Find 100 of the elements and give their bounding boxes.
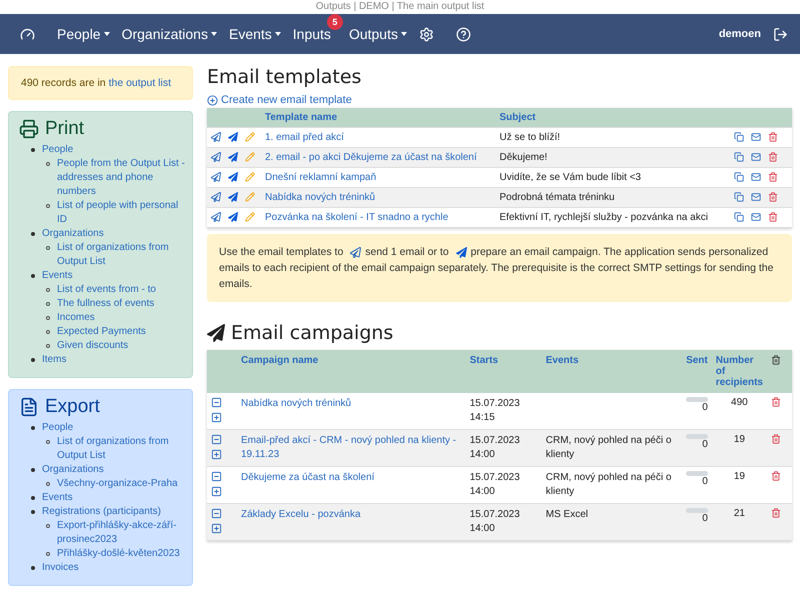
table-cell: 0 (702, 513, 708, 524)
sidebar-link[interactable]: Items (42, 353, 66, 367)
sidebar-link[interactable]: Registrations (participants) (42, 505, 161, 519)
sidebar-link[interactable]: People (42, 421, 74, 435)
panel-title: Export (45, 396, 100, 418)
table-cell-text: 14:00 (470, 522, 496, 536)
column-header: Campaign name (237, 350, 466, 393)
table-cell: 21 (734, 508, 745, 519)
sidebar-link[interactable]: Incomes (57, 311, 95, 325)
template-link[interactable]: Nabídka nových tréninků (265, 192, 492, 203)
delete-icon[interactable] (768, 212, 778, 222)
sidebar-link[interactable]: List of organizations from Output List (57, 435, 186, 463)
column-header: Subject (498, 111, 537, 125)
bullet-icon (31, 148, 35, 152)
delete-icon[interactable] (771, 508, 781, 518)
copy-icon[interactable] (734, 132, 744, 142)
send-icon[interactable] (211, 212, 221, 222)
table-cell-text: Děkujeme! (498, 151, 548, 165)
table-cell-text: Uvidíte, že se Vám bude líbit <3 (498, 171, 642, 185)
output-list-link[interactable]: the output list (108, 77, 172, 89)
send-icon[interactable] (211, 152, 221, 162)
help-icon[interactable] (456, 26, 471, 42)
sidebar-link[interactable]: Expected Payments (57, 325, 146, 339)
create-template-link[interactable]: Create new email template (207, 94, 352, 106)
delete-icon[interactable] (771, 397, 781, 408)
sidebar-link[interactable]: List of organizations from Output List (57, 241, 186, 269)
table-cell-text: 15.07.2023 (470, 471, 521, 485)
sidebar-link[interactable]: Všechny-organizace-Praha (57, 477, 178, 491)
nav-item[interactable]: Outputs (348, 24, 407, 44)
nav-item[interactable]: Events (228, 24, 281, 44)
send-icon[interactable] (211, 172, 221, 182)
copy-icon[interactable] (734, 192, 744, 202)
campaign-link[interactable]: Email-před akcí - CRM - nový pohled na klienty - 19.11.23 (241, 434, 462, 462)
sidebar-link[interactable]: Events (42, 491, 73, 505)
bullet-icon (46, 162, 50, 166)
mail-icon[interactable] (751, 192, 761, 202)
settings-icon[interactable] (418, 26, 434, 42)
copy-icon[interactable] (734, 152, 744, 162)
copy-icon[interactable] (734, 172, 744, 182)
send-icon[interactable] (228, 192, 238, 202)
table-cell: 490 (731, 397, 748, 408)
sidebar-link[interactable]: Export-přihlášky-akce-září-prosinec2023 (57, 519, 186, 547)
send-icon[interactable] (228, 172, 238, 182)
send-icon[interactable] (228, 152, 238, 162)
template-link[interactable]: Dnešní reklamní kampaň (265, 172, 492, 183)
campaign-link[interactable]: Základy Excelu - pozvánka (241, 508, 462, 522)
mail-icon[interactable] (751, 172, 761, 182)
logout-icon[interactable] (773, 26, 788, 42)
send-icon[interactable] (228, 132, 238, 142)
bullet-icon (46, 204, 50, 208)
sidebar-link[interactable]: Organizations (42, 463, 104, 477)
sidebar-link[interactable]: People from the Output List - addresses and phone numbers (57, 157, 186, 199)
file-icon (19, 397, 39, 417)
copy-icon[interactable] (734, 212, 744, 222)
mail-icon[interactable] (751, 212, 761, 222)
template-link[interactable]: 2. email - po akci Děkujeme za účast na školení (265, 152, 492, 163)
send-icon[interactable] (211, 132, 221, 142)
delete-icon[interactable] (768, 152, 778, 162)
mail-icon[interactable] (751, 132, 761, 142)
send-icon[interactable] (211, 192, 221, 202)
trash-icon (771, 355, 781, 365)
column-header: Sent (682, 350, 712, 393)
bullet-icon (31, 358, 35, 362)
delete-icon[interactable] (768, 132, 778, 142)
table-cell: 19 (734, 471, 745, 482)
bullet-icon (46, 552, 50, 556)
dashboard-icon[interactable] (20, 26, 35, 42)
table-cell-text: CRM, nový pohled na péči o klienty (546, 434, 672, 462)
panel-title: Print (45, 118, 84, 140)
sidebar-link[interactable]: List of people with personal ID (57, 199, 186, 227)
table-cell-text: Efektivní IT, rychlejší služby - pozvánka na akci (498, 211, 709, 225)
sidebar-link[interactable]: Organizations (42, 227, 104, 241)
template-link[interactable]: Pozvánka na školení - IT snadno a rychle (265, 212, 492, 223)
sidebar-link[interactable]: List of events from - to (57, 283, 156, 297)
nav-item[interactable]: Organizations (122, 24, 217, 44)
sidebar-link[interactable]: The fullness of events (57, 297, 154, 311)
campaign-link[interactable]: Nabídka nových tréninků (241, 397, 462, 411)
bullet-icon (46, 344, 50, 348)
table-cell-text: MS Excel (546, 508, 589, 522)
column-header: Template name (264, 111, 338, 125)
delete-icon[interactable] (771, 434, 781, 444)
sidebar-link[interactable]: Přihlášky-došlé-květen2023 (57, 547, 180, 561)
template-link[interactable]: 1. email před akcí (265, 132, 492, 143)
send-icon[interactable] (228, 212, 238, 222)
bullet-icon (31, 566, 35, 570)
sidebar-link[interactable]: Given discounts (57, 339, 128, 353)
campaign-link[interactable]: Děkujeme za účast na školení (241, 471, 462, 485)
table-cell: 0 (702, 476, 708, 487)
table-cell-text: Podrobná témata tréninku (498, 191, 616, 205)
delete-icon[interactable] (768, 172, 778, 182)
table-cell-text: 15.07.2023 (470, 397, 521, 411)
sidebar-link[interactable]: People (42, 143, 74, 157)
mail-icon[interactable] (751, 152, 761, 162)
send-icon (350, 246, 362, 258)
nav-item[interactable]: People (57, 24, 110, 44)
delete-icon[interactable] (768, 192, 778, 202)
sidebar-link[interactable]: Events (42, 269, 73, 283)
notification-badge: 5 (326, 14, 343, 30)
delete-icon[interactable] (771, 471, 781, 482)
sidebar-link[interactable]: Invoices (42, 561, 79, 575)
